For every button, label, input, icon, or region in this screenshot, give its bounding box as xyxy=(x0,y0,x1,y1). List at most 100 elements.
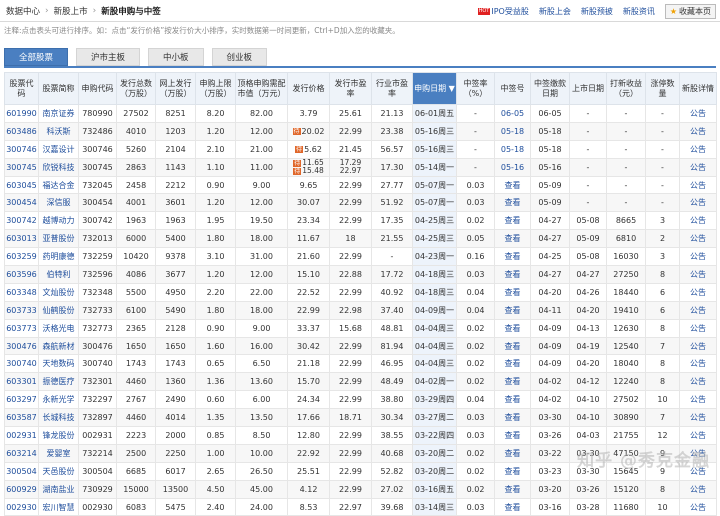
cell-detail[interactable]: 公告 xyxy=(679,229,717,249)
cell-name[interactable]: 森航新材 xyxy=(38,336,79,356)
column-header[interactable]: 中签率（%） xyxy=(456,72,495,105)
column-header[interactable]: 申购上限（万股） xyxy=(195,72,236,105)
cell-lot[interactable]: 查看 xyxy=(494,300,531,320)
cell-detail[interactable]: 公告 xyxy=(679,193,717,213)
link-new-stock-predisclosure[interactable]: 新股预披 xyxy=(581,6,613,17)
column-header[interactable]: 发行总数（万股） xyxy=(116,72,156,105)
cell-name[interactable]: 药明康德 xyxy=(38,247,79,267)
link-new-stock-meeting[interactable]: 新股上会 xyxy=(539,6,571,17)
column-header[interactable]: 涨停数量 xyxy=(645,72,680,105)
cell-code[interactable]: 300476 xyxy=(4,336,39,356)
cell-name[interactable]: 宏川智慧 xyxy=(38,497,79,516)
cell-detail[interactable]: 公告 xyxy=(679,282,717,302)
cell-name[interactable]: 深信服 xyxy=(38,193,79,213)
tab-chinext[interactable]: 创业板 xyxy=(211,48,268,66)
cell-code[interactable]: 603259 xyxy=(4,247,39,267)
cell-lot[interactable]: 查看 xyxy=(494,229,531,249)
cell-detail[interactable]: 公告 xyxy=(679,211,717,231)
cell-detail[interactable]: 公告 xyxy=(679,479,717,499)
cell-name[interactable]: 湖南盐业 xyxy=(38,479,79,499)
cell-lot[interactable]: 查看 xyxy=(494,372,531,392)
cell-name[interactable]: 天地数码 xyxy=(38,354,79,374)
column-header[interactable]: 新股详情 xyxy=(679,72,717,105)
cell-lot[interactable]: 查看 xyxy=(494,282,531,302)
cell-detail[interactable]: 公告 xyxy=(679,247,717,267)
cell-detail[interactable]: 公告 xyxy=(679,390,717,410)
cell-lot[interactable]: 查看 xyxy=(494,479,531,499)
cell-detail[interactable]: 公告 xyxy=(679,104,717,123)
cell-code[interactable]: 300746 xyxy=(4,139,39,159)
cell-code[interactable]: 002930 xyxy=(4,497,39,516)
cell-detail[interactable]: 公告 xyxy=(679,121,717,141)
cell-detail[interactable]: 公告 xyxy=(679,175,717,195)
cell-name[interactable]: 文灿股份 xyxy=(38,282,79,302)
cell-name[interactable]: 爱婴室 xyxy=(38,443,79,463)
cell-name[interactable]: 振德医疗 xyxy=(38,372,79,392)
cell-name[interactable]: 科沃斯 xyxy=(38,121,79,141)
cell-lot[interactable]: 查看 xyxy=(494,247,531,267)
cell-code[interactable]: 601990 xyxy=(4,104,39,123)
cell-name[interactable]: 福达合金 xyxy=(38,175,79,195)
cell-name[interactable]: 锋龙股份 xyxy=(38,426,79,445)
cell-name[interactable]: 长城科技 xyxy=(38,408,79,428)
column-header[interactable]: 申购代码 xyxy=(78,72,117,105)
cell-code[interactable]: 603596 xyxy=(4,265,39,284)
cell-code[interactable]: 300454 xyxy=(4,193,39,213)
column-header[interactable]: 打新收益（元） xyxy=(606,72,646,105)
cell-lot[interactable]: 查看 xyxy=(494,497,531,516)
column-header[interactable]: 股票代码 xyxy=(4,72,39,105)
cell-detail[interactable]: 公告 xyxy=(679,497,717,516)
link-ipo-beneficiary[interactable]: HOT IPO受益股 xyxy=(477,6,529,17)
cell-detail[interactable]: 公告 xyxy=(679,300,717,320)
cell-detail[interactable]: 公告 xyxy=(679,336,717,356)
cell-lot[interactable]: 查看 xyxy=(494,426,531,445)
column-header[interactable]: 顶格申购需配市值（万元） xyxy=(235,72,288,105)
cell-code[interactable]: 603773 xyxy=(4,318,39,338)
cell-lot[interactable]: 查看 xyxy=(494,193,531,213)
column-header[interactable]: 中签缴款日期 xyxy=(530,72,570,105)
cell-lot[interactable]: 查看 xyxy=(494,175,531,195)
breadcrumb-item[interactable]: 新股上市 xyxy=(54,5,88,17)
column-header[interactable]: 股票简称 xyxy=(38,72,79,105)
cell-lot[interactable]: 查看 xyxy=(494,408,531,428)
cell-name[interactable]: 南京证券 xyxy=(38,104,79,123)
column-header[interactable]: 上市日期 xyxy=(569,72,607,105)
cell-code[interactable]: 603297 xyxy=(4,390,39,410)
cell-detail[interactable]: 公告 xyxy=(679,372,717,392)
cell-lot[interactable]: 查看 xyxy=(494,336,531,356)
column-header[interactable]: 发行市盈率 xyxy=(329,72,372,105)
tab-sh-main[interactable]: 沪市主板 xyxy=(76,48,141,66)
cell-code[interactable]: 300742 xyxy=(4,211,39,231)
link-new-stock-news[interactable]: 新股资讯 xyxy=(623,6,655,17)
cell-code[interactable]: 002931 xyxy=(4,426,39,445)
cell-name[interactable]: 越博动力 xyxy=(38,211,79,231)
cell-code[interactable]: 603587 xyxy=(4,408,39,428)
cell-name[interactable]: 伯特利 xyxy=(38,265,79,284)
tab-all-stocks[interactable]: 全部股票 xyxy=(4,48,69,66)
cell-code[interactable]: 603301 xyxy=(4,372,39,392)
tab-sme[interactable]: 中小板 xyxy=(148,48,204,66)
cell-name[interactable]: 亚普股份 xyxy=(38,229,79,249)
column-header[interactable]: 网上发行（万股） xyxy=(155,72,196,105)
cell-lot[interactable]: 查看 xyxy=(494,461,531,481)
cell-lot[interactable]: 查看 xyxy=(494,354,531,374)
cell-code[interactable]: 300745 xyxy=(4,157,39,177)
cell-code[interactable]: 603045 xyxy=(4,175,39,195)
cell-code[interactable]: 603733 xyxy=(4,300,39,320)
cell-lot[interactable]: 查看 xyxy=(494,443,531,463)
cell-lot[interactable]: 查看 xyxy=(494,211,531,231)
cell-code[interactable]: 603348 xyxy=(4,282,39,302)
cell-lot[interactable]: 查看 xyxy=(494,318,531,338)
cell-code[interactable]: 300504 xyxy=(4,461,39,481)
column-header[interactable]: 中签号 xyxy=(494,72,531,105)
cell-name[interactable]: 沃格光电 xyxy=(38,318,79,338)
cell-detail[interactable]: 公告 xyxy=(679,157,717,177)
cell-name[interactable]: 欣锐科技 xyxy=(38,157,79,177)
cell-code[interactable]: 600929 xyxy=(4,479,39,499)
column-header[interactable]: 申购日期 ▼ xyxy=(412,72,457,105)
cell-detail[interactable]: 公告 xyxy=(679,426,717,445)
cell-detail[interactable]: 公告 xyxy=(679,318,717,338)
column-header[interactable]: 行业市盈率 xyxy=(371,72,413,105)
cell-code[interactable]: 603486 xyxy=(4,121,39,141)
column-header[interactable]: 发行价格 xyxy=(287,72,330,105)
